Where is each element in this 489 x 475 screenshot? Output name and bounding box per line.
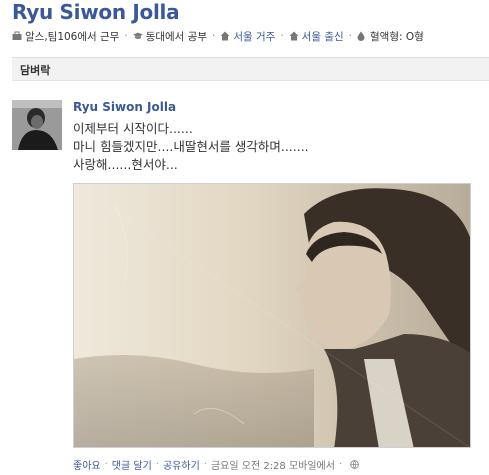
blood-drop-icon [357, 31, 367, 41]
action-separator: · [338, 459, 343, 470]
post-line: 이제부터 시작이다...... [73, 121, 193, 136]
info-work-text[interactable]: 알스,팀106에서 근무 [25, 29, 119, 44]
info-from-text[interactable]: 서울 출신 [302, 29, 344, 44]
house-icon [289, 31, 299, 41]
info-school-text[interactable]: 동대에서 공부 [146, 29, 207, 44]
wall-tab-bar: 담벼락 [12, 57, 489, 81]
post-photo[interactable] [73, 183, 471, 448]
info-work: 알스,팀106에서 근무 [12, 29, 119, 44]
action-separator: · [155, 459, 159, 470]
briefcase-icon [12, 31, 22, 41]
post-line: 마니 힘들겠지만....내딸현서를 생각하며....... [73, 139, 309, 154]
graduation-cap-icon [132, 31, 143, 41]
info-separator: · [212, 30, 216, 42]
house-icon [220, 31, 230, 41]
post-action-bar: 좋아요 · 댓글 달기 · 공유하기 · 금요일 오전 2:28 모바일에서 · [73, 457, 359, 472]
info-blood: 혈액형: O형 [357, 29, 424, 44]
info-school: 동대에서 공부 [132, 29, 207, 44]
post-line: 사랑해......현서야... [73, 157, 178, 172]
info-separator: · [280, 30, 284, 42]
info-from: 서울 출신 [289, 29, 344, 44]
info-lives-text[interactable]: 서울 거주 [233, 29, 275, 44]
like-link[interactable]: 좋아요 [73, 457, 101, 472]
action-separator: · [203, 459, 207, 470]
share-link[interactable]: 공유하기 [163, 457, 200, 472]
info-blood-text: 혈액형: O형 [370, 30, 424, 43]
post-timestamp[interactable]: 금요일 오전 2:28 모바일에서 [211, 457, 335, 472]
action-separator: · [104, 459, 108, 470]
avatar[interactable] [12, 100, 62, 150]
info-lives: 서울 거주 [220, 29, 275, 44]
comment-link[interactable]: 댓글 달기 [112, 457, 152, 472]
tab-wall[interactable]: 담벼락 [20, 62, 50, 78]
post-author[interactable]: Ryu Siwon Jolla [73, 100, 176, 114]
globe-icon[interactable] [350, 460, 359, 469]
profile-name[interactable]: Ryu Siwon Jolla [12, 0, 180, 24]
post-message: 이제부터 시작이다...... 마니 힘들겠지만....내딸현서를 생각하며..… [73, 120, 309, 174]
info-separator: · [124, 30, 128, 42]
info-separator: · [348, 30, 352, 42]
profile-info-bar: 알스,팀106에서 근무 · 동대에서 공부 · 서울 거주 · 서울 출신 ·… [12, 28, 424, 44]
